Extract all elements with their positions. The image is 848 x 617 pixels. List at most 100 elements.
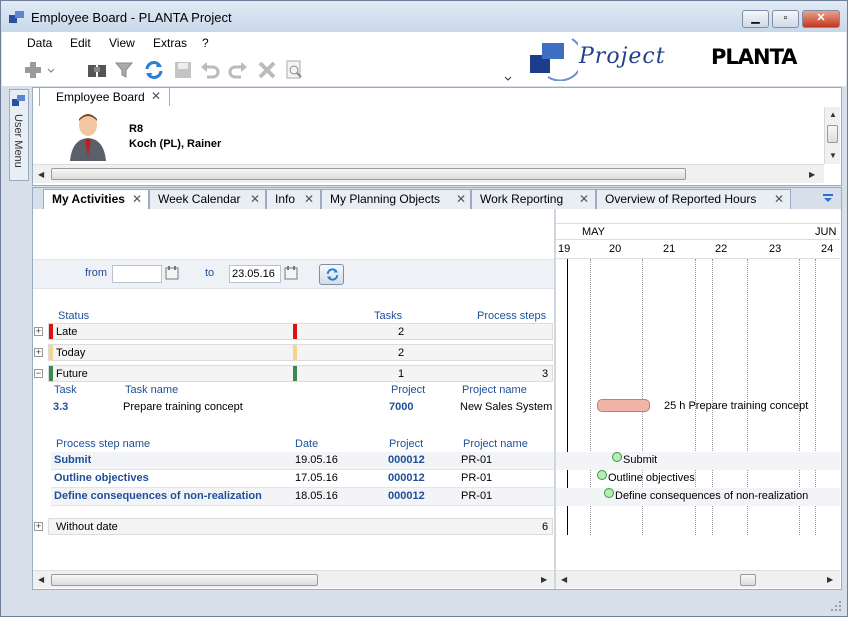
- gantt-header-divider: [556, 258, 840, 259]
- task-name-column-header: Task name: [125, 384, 179, 396]
- late-label: Late: [56, 326, 78, 338]
- menu-edit[interactable]: Edit: [70, 36, 91, 50]
- gantt-chart: [556, 209, 840, 571]
- without-date-count: 6: [542, 521, 549, 533]
- tab-overview-reported-hours[interactable]: Overview of Reported Hours: [596, 189, 791, 209]
- today-color-marker: [293, 345, 297, 360]
- undo-icon[interactable]: [199, 59, 221, 81]
- tab-close-icon[interactable]: ✕: [304, 192, 314, 206]
- company-logo-text: PLANTA: [711, 45, 798, 69]
- project-column-header: Project: [391, 384, 426, 396]
- tab-close-icon[interactable]: ✕: [456, 192, 466, 206]
- binoculars-icon[interactable]: [86, 59, 108, 81]
- activities-horizontal-scrollbar[interactable]: ◀ ▶: [33, 570, 554, 588]
- save-icon[interactable]: [172, 59, 194, 81]
- gantt-milestone[interactable]: [604, 488, 614, 498]
- step-date: 17.05.16: [295, 472, 338, 484]
- close-button[interactable]: ✕: [802, 10, 840, 28]
- today-task-count: 2: [398, 347, 405, 359]
- chevron-down-icon[interactable]: [46, 59, 56, 81]
- resize-grip-icon[interactable]: [830, 600, 842, 612]
- menu-data[interactable]: Data: [27, 36, 52, 50]
- gantt-milestone-label: Outline objectives: [608, 472, 695, 484]
- tab-week-calendar[interactable]: Week Calendar: [149, 189, 266, 209]
- planta-project-logo-mark: [530, 38, 578, 81]
- status-group-late[interactable]: [48, 323, 553, 340]
- future-color-marker: [293, 366, 297, 381]
- scroll-up-icon[interactable]: ▲: [829, 110, 837, 119]
- gantt-task-label: 25 h Prepare training concept: [664, 400, 809, 412]
- scroll-left-icon[interactable]: ◀: [561, 575, 567, 584]
- tab-my-planning-objects[interactable]: My Planning Objects: [321, 189, 471, 209]
- scroll-thumb[interactable]: [51, 574, 318, 586]
- menu-help[interactable]: ?: [202, 36, 209, 50]
- tab-employee-board-close-icon[interactable]: ✕: [151, 89, 161, 103]
- step-project-name-column-header: Project name: [463, 438, 528, 450]
- gantt-day: 19: [558, 243, 571, 255]
- scroll-left-icon[interactable]: ◀: [38, 575, 44, 584]
- step-name-link[interactable]: Outline objectives: [54, 472, 149, 484]
- delete-icon[interactable]: [256, 59, 278, 81]
- scroll-thumb[interactable]: [51, 168, 686, 180]
- status-group-future[interactable]: [48, 365, 553, 382]
- expand-today-icon[interactable]: +: [34, 348, 43, 357]
- scroll-down-icon[interactable]: ▼: [829, 151, 837, 160]
- gantt-milestone[interactable]: [612, 452, 622, 462]
- tab-close-icon[interactable]: ✕: [579, 192, 589, 206]
- expand-without-date-icon[interactable]: +: [34, 522, 43, 531]
- gantt-horizontal-scrollbar[interactable]: ◀ ▶: [556, 570, 840, 588]
- step-project-link[interactable]: 000012: [388, 454, 425, 466]
- tab-label: Info: [275, 192, 296, 206]
- toolbar-overflow-icon[interactable]: [502, 72, 514, 84]
- gantt-row: [556, 452, 840, 470]
- gantt-task-bar[interactable]: [597, 399, 650, 412]
- redo-icon[interactable]: [227, 59, 249, 81]
- tab-close-icon[interactable]: ✕: [250, 192, 260, 206]
- scroll-right-icon[interactable]: ▶: [541, 575, 547, 584]
- employee-horizontal-scrollbar[interactable]: ◀ ▶: [33, 164, 824, 183]
- minimize-button[interactable]: ▁: [742, 10, 769, 28]
- scroll-thumb[interactable]: [827, 125, 838, 143]
- expand-late-icon[interactable]: +: [34, 327, 43, 336]
- menu-extras[interactable]: Extras: [153, 36, 187, 50]
- scroll-left-icon[interactable]: ◀: [38, 170, 44, 179]
- add-icon[interactable]: [22, 59, 44, 81]
- status-group-without-date[interactable]: [48, 518, 553, 535]
- tab-close-icon[interactable]: ✕: [774, 192, 784, 206]
- calendar-icon[interactable]: [165, 266, 179, 280]
- gantt-day: 23: [769, 243, 782, 255]
- tab-label: Work Reporting: [480, 192, 564, 206]
- preview-icon[interactable]: [283, 59, 305, 81]
- tab-employee-board-label: Employee Board: [56, 90, 145, 104]
- user-menu-sidebar[interactable]: User Menu: [9, 89, 29, 181]
- scroll-right-icon[interactable]: ▶: [827, 575, 833, 584]
- step-name-link[interactable]: Define consequences of non-realization: [54, 490, 262, 502]
- scroll-thumb[interactable]: [740, 574, 756, 586]
- apply-filter-button[interactable]: [319, 264, 344, 285]
- step-project-link[interactable]: 000012: [388, 472, 425, 484]
- status-group-today[interactable]: [48, 344, 553, 361]
- to-date-input[interactable]: 23.05.16: [229, 265, 281, 283]
- to-label: to: [205, 267, 215, 279]
- maximize-button[interactable]: ▫: [772, 10, 799, 28]
- gantt-milestone[interactable]: [597, 470, 607, 480]
- scroll-right-icon[interactable]: ▶: [809, 170, 815, 179]
- employee-vertical-scrollbar[interactable]: ▲ ▼: [824, 107, 840, 164]
- collapse-future-icon[interactable]: −: [34, 369, 43, 378]
- task-project-name: New Sales System: [460, 401, 553, 413]
- task-name: Prepare training concept: [123, 401, 243, 413]
- task-project-link[interactable]: 7000: [389, 401, 413, 413]
- task-id-link[interactable]: 3.3: [53, 401, 68, 413]
- step-name-link[interactable]: Submit: [54, 454, 91, 466]
- without-date-label: Without date: [56, 521, 118, 533]
- step-project-name: PR-01: [461, 472, 493, 484]
- menu-view[interactable]: View: [109, 36, 135, 50]
- tab-list-dropdown-icon[interactable]: [823, 194, 833, 202]
- from-date-input[interactable]: [112, 265, 162, 283]
- step-project-link[interactable]: 000012: [388, 490, 425, 502]
- tab-close-icon[interactable]: ✕: [132, 192, 142, 206]
- calendar-icon[interactable]: [284, 266, 298, 280]
- refresh-icon[interactable]: [143, 59, 165, 81]
- tab-work-reporting[interactable]: Work Reporting: [471, 189, 596, 209]
- filter-icon[interactable]: [113, 59, 135, 81]
